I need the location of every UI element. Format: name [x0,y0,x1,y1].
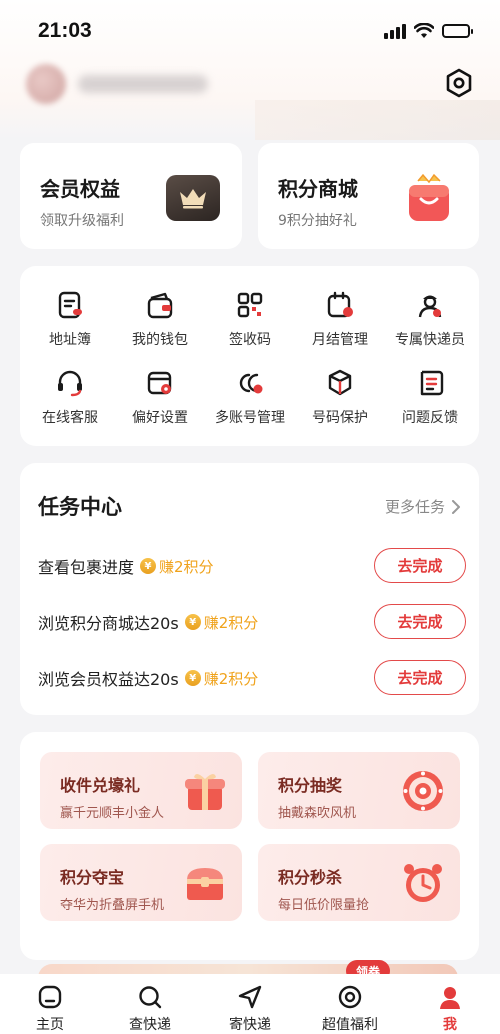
feedback-icon [420,370,444,396]
gift-box-icon [185,773,225,810]
tab-label: 主页 [36,1017,64,1033]
status-bar: 21:03 [0,0,500,62]
service-multi-account[interactable]: 多账号管理 [204,368,296,427]
service-address-book[interactable]: 地址簿 [24,290,116,349]
service-number-protection[interactable]: 号码保护 [294,368,386,427]
service-label: 多账号管理 [215,410,285,426]
promo-receive-gift[interactable]: 收件兑壕礼 赢千元顺丰小金人 [40,752,242,829]
tab-label: 查快递 [129,1017,171,1033]
services-grid: 地址簿 我的钱包 签收码 月结管理 专属快递员 在线客服 偏好设置 多账号管理 … [20,266,479,446]
task-name: 浏览积分商城达20s [38,614,179,633]
qr-code-icon [237,292,263,318]
signal-icon [384,23,406,39]
promo-points-lottery[interactable]: 积分抽奖 抽戴森吹风机 [258,752,460,829]
task-reward: 赚2积分 [203,669,259,688]
service-label: 我的钱包 [132,332,188,348]
complete-task-button[interactable]: 去完成 [374,604,466,639]
task-name: 浏览会员权益达20s [38,670,179,689]
task-row: 浏览会员权益达20s ¥ 赚2积分 去完成 [38,660,466,696]
more-tasks-link[interactable]: 更多任务 [385,496,461,517]
complete-task-button[interactable]: 去完成 [374,548,466,583]
settings-button[interactable] [444,68,474,98]
service-label: 地址簿 [49,332,91,348]
service-label: 签收码 [229,332,271,348]
service-label: 号码保护 [312,410,368,426]
promo-points-treasure[interactable]: 积分夺宝 夺华为折叠屏手机 [40,844,242,921]
task-reward: 赚2积分 [159,557,214,576]
service-label: 问题反馈 [402,410,458,426]
headset-icon [58,370,82,397]
tab-home[interactable]: 主页 [0,974,100,1034]
service-label: 偏好设置 [132,410,188,426]
service-label: 专属快递员 [395,332,465,348]
profile-header[interactable] [26,64,208,104]
service-wallet[interactable]: 我的钱包 [114,290,206,349]
points-mall-card[interactable]: 积分商城 9积分抽好礼 [258,143,479,249]
wifi-icon [414,23,434,38]
task-row: 浏览积分商城达20s ¥ 赚2积分 去完成 [38,604,466,640]
service-online-support[interactable]: 在线客服 [24,368,116,427]
battery-icon [442,24,473,38]
home-icon [38,985,62,1009]
promo-points-flash-sale[interactable]: 积分秒杀 每日低价限量抢 [258,844,460,921]
status-time: 21:03 [38,19,92,42]
bottom-tab-bar: 主页 查快递 寄快递 超值福利 我 [0,974,500,1034]
task-name: 查看包裹进度 [38,558,135,577]
send-icon [238,985,262,1009]
crown-icon [166,175,220,221]
service-label: 月结管理 [312,332,368,348]
promo-card: 收件兑壕礼 赢千元顺丰小金人 积分抽奖 抽戴森吹风机 积分夺宝 夺华为折叠屏手机 [20,732,479,960]
avatar[interactable] [26,64,66,104]
coin-icon: ¥ [184,614,201,630]
search-icon [139,986,162,1009]
tab-label: 寄快递 [229,1017,271,1033]
tab-send-parcel[interactable]: 寄快递 [200,974,300,1034]
calendar-settle-icon [327,291,353,318]
service-qr-code[interactable]: 签收码 [204,290,296,349]
membership-card[interactable]: 会员权益 领取升级福利 [20,143,242,249]
tab-benefits[interactable]: 超值福利 [300,974,400,1034]
tab-label: 我 [443,1017,457,1033]
settings-hexagon-icon [446,68,472,98]
preference-icon [147,371,172,395]
status-icons [384,23,473,39]
alarm-clock-icon [404,864,442,902]
address-book-icon [58,291,82,319]
wallet-icon [147,292,173,319]
benefit-icon [338,985,362,1009]
chevron-right-icon [452,499,460,514]
task-center-title: 任务中心 [38,495,122,519]
profile-icon [440,987,460,1009]
shopping-bag-icon [406,173,452,223]
user-name-blurred [78,75,208,93]
coin-icon: ¥ [140,558,157,574]
task-row: 查看包裹进度 ¥ 赚2积分 去完成 [38,548,466,584]
service-feedback[interactable]: 问题反馈 [384,368,476,427]
coin-icon: ¥ [184,670,201,686]
tab-track-parcel[interactable]: 查快递 [100,974,200,1034]
multi-account-icon [239,373,263,394]
service-dedicated-courier[interactable]: 专属快递员 [384,290,476,349]
service-monthly-settlement[interactable]: 月结管理 [294,290,386,349]
complete-task-button[interactable]: 去完成 [374,660,466,695]
shield-box-icon [328,369,352,396]
service-label: 在线客服 [42,410,98,426]
more-tasks-label: 更多任务 [384,498,445,516]
tab-label: 超值福利 [322,1017,378,1033]
lottery-wheel-icon [403,771,443,811]
header-decoration [255,100,500,140]
task-center-card: 任务中心 更多任务 查看包裹进度 ¥ 赚2积分 去完成 浏览积分商城达20s ¥… [20,463,479,715]
courier-icon [418,295,442,318]
tab-me[interactable]: 我 [400,974,500,1034]
service-preferences[interactable]: 偏好设置 [114,368,206,427]
treasure-chest-icon [187,868,223,900]
task-reward: 赚2积分 [203,613,259,632]
